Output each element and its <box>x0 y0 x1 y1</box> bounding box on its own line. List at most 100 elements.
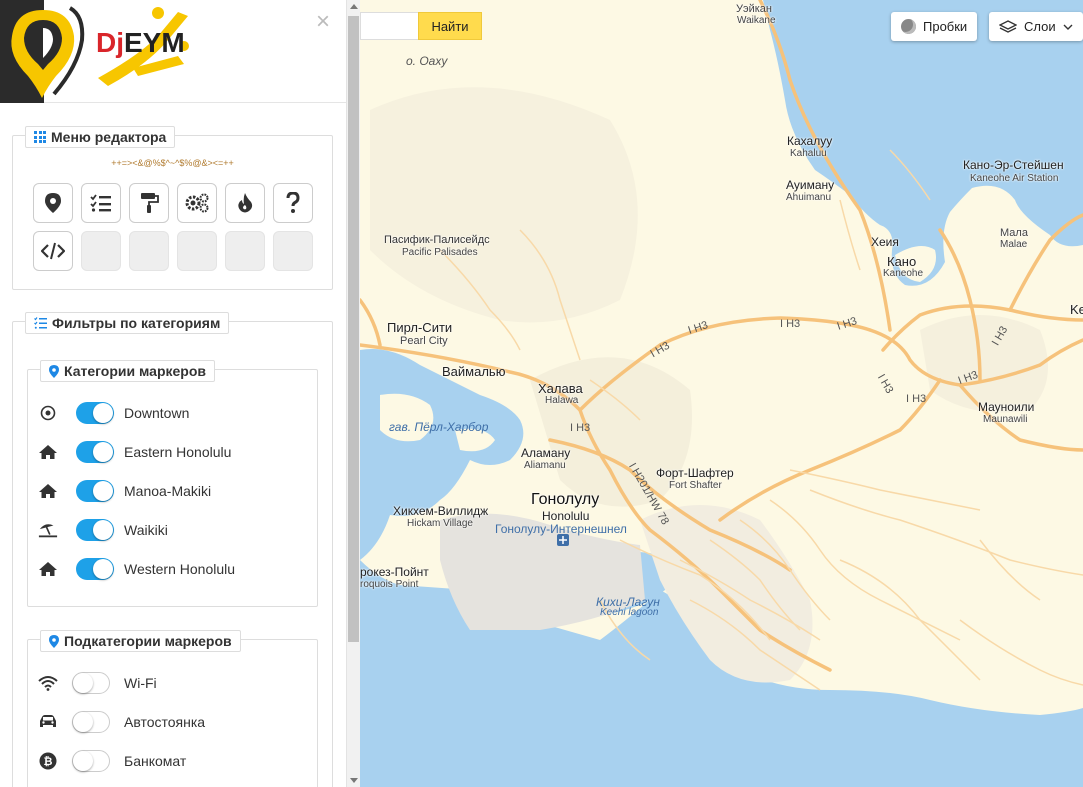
category-toggle[interactable] <box>76 402 114 424</box>
map-label: Пирл-Сити <box>387 320 453 335</box>
subcategory-toggle[interactable] <box>72 672 110 694</box>
scroll-down-icon[interactable] <box>350 778 358 783</box>
filters-legend: Фильтры по категориям <box>25 312 230 334</box>
map-label: Гонолулу <box>531 491 600 508</box>
scrollbar-thumb[interactable] <box>348 16 359 642</box>
map[interactable]: Уэйкан Waikane о. Оаху Кахалуу Kahaluu А… <box>360 0 1083 787</box>
map-label: Ke <box>1070 302 1083 317</box>
subcategory-row: ₿ Банкомат <box>28 743 319 779</box>
fire-tool-button[interactable] <box>225 183 265 223</box>
map-label: Waikane <box>737 15 776 26</box>
filters-title: Фильтры по категориям <box>52 315 221 331</box>
paint-tool-button[interactable] <box>129 183 169 223</box>
map-label: Кано-Эр-Стейшен <box>963 158 1064 172</box>
category-row: Downtown <box>28 395 319 431</box>
map-label: гав. Пёрл-Харбор <box>389 420 489 434</box>
marker-pin-icon <box>49 634 59 648</box>
empty-tool-slot[interactable] <box>129 231 169 271</box>
code-icon <box>41 242 65 260</box>
map-label: roquois Point <box>360 579 419 590</box>
marker-icon <box>45 193 61 213</box>
traffic-label: Пробки <box>923 19 968 34</box>
road-label: I H3 <box>906 393 927 405</box>
subcategory-toggle[interactable] <box>72 711 110 733</box>
encoded-string: ++=><&@%$^~^$%@&><=++ <box>111 158 234 168</box>
subcategory-row: Wi-Fi <box>28 665 319 701</box>
map-label: Kahaluu <box>790 148 827 159</box>
car-icon <box>38 712 58 732</box>
layers-label: Слои <box>1024 19 1056 34</box>
checklist-tool-button[interactable] <box>81 183 121 223</box>
editor-menu-panel: Меню редактора ++=><&@%$^~^$%@&><=++ <box>12 126 333 290</box>
subcategory-toggle[interactable] <box>72 750 110 772</box>
map-label: Keehi lagoon <box>600 607 659 618</box>
map-label: Форт-Шафтер <box>656 466 734 480</box>
empty-tool-slot[interactable] <box>273 231 313 271</box>
map-label: Ahuimanu <box>786 192 832 203</box>
road-label: I H3 <box>780 318 801 330</box>
map-label: Hickam Village <box>407 518 473 529</box>
category-row: Eastern Honolulu <box>28 434 319 470</box>
svg-text:₿: ₿ <box>44 755 53 768</box>
map-label: Kaneohe Air Station <box>970 173 1059 184</box>
category-toggle[interactable] <box>76 519 114 541</box>
home-icon <box>38 559 58 579</box>
map-label: рокез-Пойнт <box>360 565 429 579</box>
map-label: Хикхем-Виллидж <box>393 504 489 518</box>
filters-panel: Фильтры по категориям Категории маркеров… <box>12 312 333 787</box>
map-label: Kaneohe <box>883 268 924 279</box>
category-label: Manoa-Makiki <box>124 483 212 499</box>
editor-menu-title: Меню редактора <box>51 129 167 145</box>
subcategory-label: Банкомат <box>124 753 187 769</box>
categories-legend: Категории маркеров <box>40 360 216 382</box>
categories-title: Категории маркеров <box>64 363 207 379</box>
dot-circle-icon <box>38 403 58 423</box>
settings-tool-button[interactable] <box>177 183 217 223</box>
map-label: Pearl City <box>400 335 448 347</box>
scroll-up-icon[interactable] <box>350 4 358 9</box>
paint-roller-icon <box>141 193 159 213</box>
traffic-button[interactable]: Пробки <box>891 12 978 41</box>
map-label: Fort Shafter <box>669 480 722 491</box>
category-label: Eastern Honolulu <box>124 444 232 460</box>
map-label: Халава <box>538 381 583 396</box>
category-toggle[interactable] <box>76 480 114 502</box>
marker-tool-button[interactable] <box>33 183 73 223</box>
code-tool-button[interactable] <box>33 231 73 271</box>
editor-menu-legend: Меню редактора <box>25 126 176 148</box>
logo-text: DjEYM <box>96 27 185 58</box>
close-sidebar-button[interactable]: × <box>316 10 330 34</box>
map-label: Pacific Palisades <box>402 247 478 258</box>
map-label: Мауноили <box>978 400 1035 414</box>
map-label: Мала <box>1000 227 1028 239</box>
subcategories-legend: Подкатегории маркеров <box>40 630 241 652</box>
chevron-down-icon <box>1063 24 1073 30</box>
search-button[interactable]: Найти <box>418 12 482 40</box>
map-label: о. Оаху <box>406 54 448 68</box>
subcategory-label: Автостоянка <box>124 714 206 730</box>
map-label: Кано <box>887 254 917 269</box>
empty-tool-slot[interactable] <box>81 231 121 271</box>
subcategory-label: Wi-Fi <box>124 675 157 691</box>
category-row: Western Honolulu <box>28 551 319 587</box>
subcategories-title: Подкатегории маркеров <box>64 633 232 649</box>
help-tool-button[interactable] <box>273 183 313 223</box>
map-label: Halawa <box>545 395 579 406</box>
filter-list-icon <box>34 317 47 329</box>
bitcoin-icon: ₿ <box>38 751 58 771</box>
gears-icon <box>185 193 209 213</box>
category-toggle[interactable] <box>76 441 114 463</box>
map-label: Ваймалью <box>442 364 506 379</box>
map-label: Aliamanu <box>524 460 566 471</box>
category-toggle[interactable] <box>76 558 114 580</box>
empty-tool-slot[interactable] <box>225 231 265 271</box>
home-icon <box>38 442 58 462</box>
map-label: Кахалуу <box>787 134 833 148</box>
beach-umbrella-icon <box>38 520 58 540</box>
sidebar-scrollbar[interactable] <box>346 0 360 787</box>
marker-pin-icon <box>49 364 59 378</box>
question-icon <box>286 192 300 213</box>
search-input[interactable] <box>360 12 418 40</box>
layers-button[interactable]: Слои <box>989 12 1083 41</box>
empty-tool-slot[interactable] <box>177 231 217 271</box>
